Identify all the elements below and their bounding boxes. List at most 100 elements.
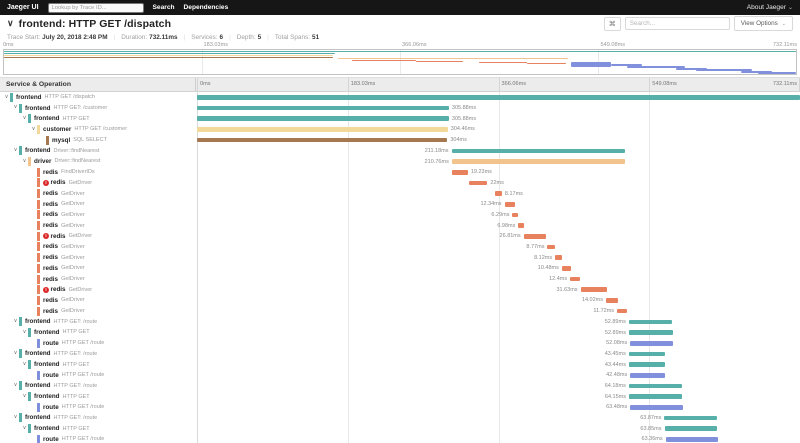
span-name-cell[interactable]: ∨ frontend HTTP GET [0,327,197,338]
span-bar-cell[interactable]: 12.34ms [197,199,800,210]
span-bar[interactable] [570,276,581,282]
span-name-cell[interactable]: ∨redisGetDriver [0,306,197,317]
span-bar[interactable] [504,201,515,207]
span-name-cell[interactable]: ∨ frontend HTTP GET [0,113,197,124]
span-name-cell[interactable]: ∨redisGetDriver [0,210,197,221]
span-bar-cell[interactable]: 42.48ms [197,370,800,381]
span-bar-cell[interactable]: 63.48ms [197,402,800,413]
span-name-cell[interactable]: ∨ frontend HTTP GET [0,391,197,402]
trace-search-input[interactable] [624,17,730,30]
span-name-cell[interactable]: ∨redisFindDriverIDs [0,167,197,178]
span-bar-cell[interactable]: 304.46ms [197,124,800,135]
span-chevron-icon[interactable]: ∨ [21,425,28,432]
span-bar[interactable] [628,319,673,325]
span-bar[interactable] [451,148,626,154]
keyboard-shortcuts-button[interactable]: ⌘ [603,16,621,31]
span-bar-cell[interactable]: 26.81ms [197,231,800,242]
app-logo[interactable]: Jaeger UI [7,4,39,11]
span-bar-cell[interactable]: 305.88ms [197,103,800,114]
span-bar[interactable] [197,137,448,143]
span-bar-cell[interactable]: 304ms [197,135,800,146]
span-bar[interactable] [547,244,555,250]
span-bar-cell[interactable]: 52.89ms [197,316,800,327]
span-bar[interactable] [628,351,665,357]
span-bar-cell[interactable]: 8.17ms [197,188,800,199]
span-bar[interactable] [606,298,618,303]
about-jaeger-menu[interactable]: About Jaeger ⌄ [747,4,793,11]
span-bar[interactable] [630,405,683,410]
span-bar[interactable] [197,116,449,122]
span-bar[interactable] [664,415,717,421]
span-bar[interactable] [495,191,502,196]
span-name-cell[interactable]: ∨redisGetDriver [0,263,197,274]
span-name-cell[interactable]: ∨ frontend Driver::findNearest [0,145,197,156]
span-name-cell[interactable]: ∨routeHTTP GET /route [0,402,197,413]
span-bar[interactable] [469,180,488,186]
span-bar[interactable] [197,95,800,100]
span-chevron-icon[interactable]: ∨ [12,148,19,154]
span-name-cell[interactable]: ∨ frontend HTTP GET: /route [0,316,197,327]
span-name-cell[interactable]: ∨ driver Driver::findNearest [0,156,197,167]
span-bar[interactable] [630,340,674,346]
span-name-cell[interactable]: ∨ frontend HTTP GET /dispatch [0,92,197,103]
span-bar-cell[interactable]: 211.18ms [197,145,800,156]
span-name-cell[interactable]: ∨redisGetDriver [0,220,197,231]
span-chevron-icon[interactable]: ∨ [12,351,19,357]
span-name-cell[interactable]: ∨ frontend HTTP GET: /route [0,413,197,424]
span-bar-cell[interactable]: 14.02ms [197,295,800,306]
span-name-cell[interactable]: ∨ frontend HTTP GET: /route [0,381,197,392]
trace-id-input[interactable] [47,2,144,13]
span-chevron-icon[interactable]: ∨ [30,126,37,133]
span-bar-cell[interactable]: 63.87ms [197,413,800,424]
span-bar-cell[interactable]: 19.23ms [197,167,800,178]
span-bar-cell[interactable]: 64.15ms [197,391,800,402]
span-name-cell[interactable]: ∨ frontend HTTP GET: /route [0,349,197,360]
span-bar[interactable] [617,308,627,314]
span-bar-cell[interactable]: 31.63ms [197,284,800,295]
span-bar-cell[interactable]: 8.12ms [197,252,800,263]
span-bar-cell[interactable]: 210.76ms [197,156,800,167]
span-chevron-icon[interactable]: ∨ [21,393,28,400]
span-chevron-icon[interactable]: ∨ [12,319,19,325]
span-bar-cell[interactable]: 63.36ms [197,434,800,443]
span-bar-cell[interactable]: 6.29ms [197,210,800,221]
span-bar-cell[interactable]: 22ms [197,178,800,189]
span-name-cell[interactable]: ∨routeHTTP GET /route [0,370,197,381]
span-name-cell[interactable]: ∨ frontend HTTP GET [0,423,197,434]
span-name-cell[interactable]: ∨ frontend HTTP GET: /customer [0,103,197,114]
span-bar-cell[interactable]: 63.85ms [197,423,800,434]
span-bar-cell[interactable] [197,92,800,103]
span-bar-cell[interactable]: 52.08ms [197,338,800,349]
span-bar-cell[interactable]: 8.77ms [197,242,800,253]
span-bar[interactable] [197,105,449,111]
span-name-cell[interactable]: ∨redisGetDriver [0,274,197,285]
span-chevron-icon[interactable]: ∨ [12,383,19,389]
minimap-canvas[interactable] [3,49,797,75]
span-name-cell[interactable]: ∨mysqlSQL SELECT [0,135,197,146]
span-name-cell[interactable]: ∨routeHTTP GET /route [0,338,197,349]
span-bar[interactable] [451,159,626,164]
span-bar[interactable] [629,330,673,335]
span-name-cell[interactable]: ∨ customer HTTP GET /customer [0,124,197,135]
span-name-cell[interactable]: ∨!redisGetDriver [0,178,197,189]
span-name-cell[interactable]: ∨redisGetDriver [0,242,197,253]
span-bar[interactable] [452,169,468,175]
span-bar[interactable] [512,212,518,218]
span-name-cell[interactable]: ∨redisGetDriver [0,188,197,199]
span-bar[interactable] [630,372,666,378]
span-bar[interactable] [518,223,525,228]
span-bar-cell[interactable]: 305.88ms [197,113,800,124]
span-bar-cell[interactable]: 11.72ms [197,306,800,317]
span-bar-cell[interactable]: 12.4ms [197,274,800,285]
span-bar[interactable] [523,234,546,239]
span-chevron-icon[interactable]: ∨ [21,329,28,336]
nav-link-dependencies[interactable]: Dependencies [184,4,229,11]
collapse-trace-icon[interactable]: ∨ [7,18,14,29]
span-name-cell[interactable]: ∨!redisGetDriver [0,231,197,242]
nav-link-search[interactable]: Search [153,4,175,11]
span-bar[interactable] [629,362,665,367]
span-chevron-icon[interactable]: ∨ [3,94,10,101]
span-chevron-icon[interactable]: ∨ [21,158,28,165]
span-bar[interactable] [664,426,718,431]
span-bar[interactable] [580,287,607,293]
